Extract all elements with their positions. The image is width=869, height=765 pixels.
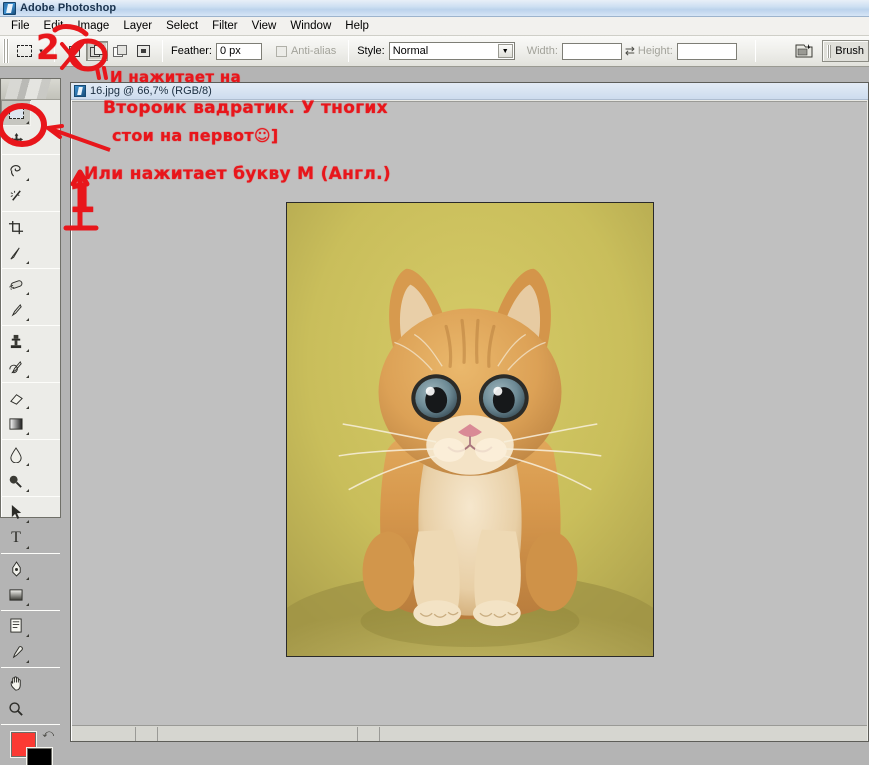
add-to-selection-button[interactable]	[86, 41, 108, 61]
menu-layer[interactable]: Layer	[116, 18, 159, 34]
options-bar-grip[interactable]	[3, 39, 9, 63]
zoom-level-field[interactable]	[72, 726, 136, 741]
subtract-from-selection-button[interactable]	[109, 41, 131, 61]
menu-help[interactable]: Help	[338, 18, 376, 34]
anti-alias-label: Anti-alias	[290, 45, 337, 57]
menu-window[interactable]: Window	[283, 18, 338, 34]
move-tool[interactable]	[1, 126, 31, 152]
clone-stamp-tool[interactable]	[1, 328, 31, 354]
type-tool[interactable]: T	[1, 525, 31, 551]
brush-tab-label: Brush	[835, 45, 864, 57]
width-input[interactable]	[561, 42, 622, 60]
selection-mode-group	[63, 41, 154, 61]
healing-brush-tool[interactable]	[1, 271, 31, 297]
document-sizes-field	[158, 726, 358, 741]
hand-tool[interactable]	[1, 670, 31, 696]
feather-label: Feather:	[171, 45, 212, 57]
eyedropper-tool[interactable]	[1, 639, 31, 665]
blur-tool[interactable]	[1, 442, 31, 468]
document-title: 16.jpg @ 66,7% (RGB/8)	[90, 85, 212, 97]
photoshop-window: Adobe Photoshop File Edit Image Layer Se…	[0, 0, 869, 765]
menu-select[interactable]: Select	[159, 18, 205, 34]
style-select[interactable]: Normal ▼	[388, 42, 515, 60]
rectangular-marquee-icon[interactable]	[13, 40, 35, 62]
height-input[interactable]	[676, 42, 737, 60]
new-selection-button[interactable]	[63, 41, 85, 61]
gradient-tool[interactable]	[1, 411, 31, 437]
color-swatches: ⤺	[1, 728, 60, 765]
status-thumbnail-icon	[136, 726, 158, 741]
toolbox-palette: T ⤺	[0, 78, 61, 765]
toolbox-title-bar[interactable]	[1, 79, 60, 100]
swap-colors-icon[interactable]: ⤺	[42, 728, 54, 741]
notes-tool[interactable]	[1, 613, 31, 639]
width-label: Width:	[526, 45, 558, 57]
style-label: Style:	[357, 45, 385, 57]
anti-alias-checkbox[interactable]	[275, 45, 287, 57]
status-menu-arrow-icon[interactable]	[358, 726, 380, 741]
menu-image[interactable]: Image	[70, 18, 116, 34]
divider	[754, 40, 756, 62]
menu-bar: File Edit Image Layer Select Filter View…	[0, 17, 869, 36]
magic-wand-tool[interactable]	[1, 183, 31, 209]
document-status-bar	[72, 725, 867, 741]
divider	[348, 40, 350, 62]
file-browser-icon[interactable]	[792, 40, 816, 62]
style-select-value: Normal	[392, 45, 429, 57]
dodge-tool[interactable]	[1, 468, 31, 494]
tool-grid: T	[1, 100, 60, 722]
lasso-tool[interactable]	[1, 157, 31, 183]
slice-tool[interactable]	[1, 240, 31, 266]
rectangle-shape-tool[interactable]	[1, 582, 31, 608]
rectangular-marquee-tool[interactable]	[1, 100, 31, 126]
annotation-line-4: Или нажитает букву M (Англ.)	[84, 164, 391, 184]
divider	[162, 40, 163, 62]
swap-width-height-icon[interactable]: ⇄	[622, 44, 638, 58]
document-thumbnail-icon	[74, 85, 86, 97]
menu-view[interactable]: View	[245, 18, 284, 34]
brush-palette-tab[interactable]: Brush	[822, 40, 869, 62]
photoshop-logo-icon	[3, 1, 16, 15]
feather-input[interactable]: 0 px	[215, 42, 262, 60]
annotation-line-3: стои на первот☺]	[112, 126, 279, 145]
application-title: Adobe Photoshop	[20, 2, 117, 14]
zoom-tool[interactable]	[1, 696, 31, 722]
annotation-number-2: 2	[36, 28, 60, 68]
image-kitten[interactable]	[285, 202, 654, 657]
intersect-selection-button[interactable]	[132, 41, 154, 61]
path-selection-tool[interactable]	[1, 499, 31, 525]
document-canvas[interactable]	[72, 101, 867, 725]
history-brush-tool[interactable]	[1, 354, 31, 380]
photoshop-feather-graphic	[1, 79, 60, 99]
chevron-down-icon[interactable]: ▼	[497, 44, 513, 58]
pen-tool[interactable]	[1, 556, 31, 582]
tool-options-bar: ▾ Feather: 0 px Anti-alias Style: Normal…	[0, 36, 869, 67]
menu-filter[interactable]: Filter	[205, 18, 245, 34]
annotation-line-1: И нажитает на	[110, 68, 241, 86]
application-title-bar: Adobe Photoshop	[0, 0, 869, 17]
background-color-swatch[interactable]	[27, 748, 52, 765]
annotation-line-2: Второик вадратик. У тногих	[103, 98, 388, 118]
eraser-tool[interactable]	[1, 385, 31, 411]
brush-tool[interactable]	[1, 297, 31, 323]
crop-tool[interactable]	[1, 214, 31, 240]
menu-file[interactable]: File	[4, 18, 37, 34]
height-label: Height:	[637, 45, 673, 57]
